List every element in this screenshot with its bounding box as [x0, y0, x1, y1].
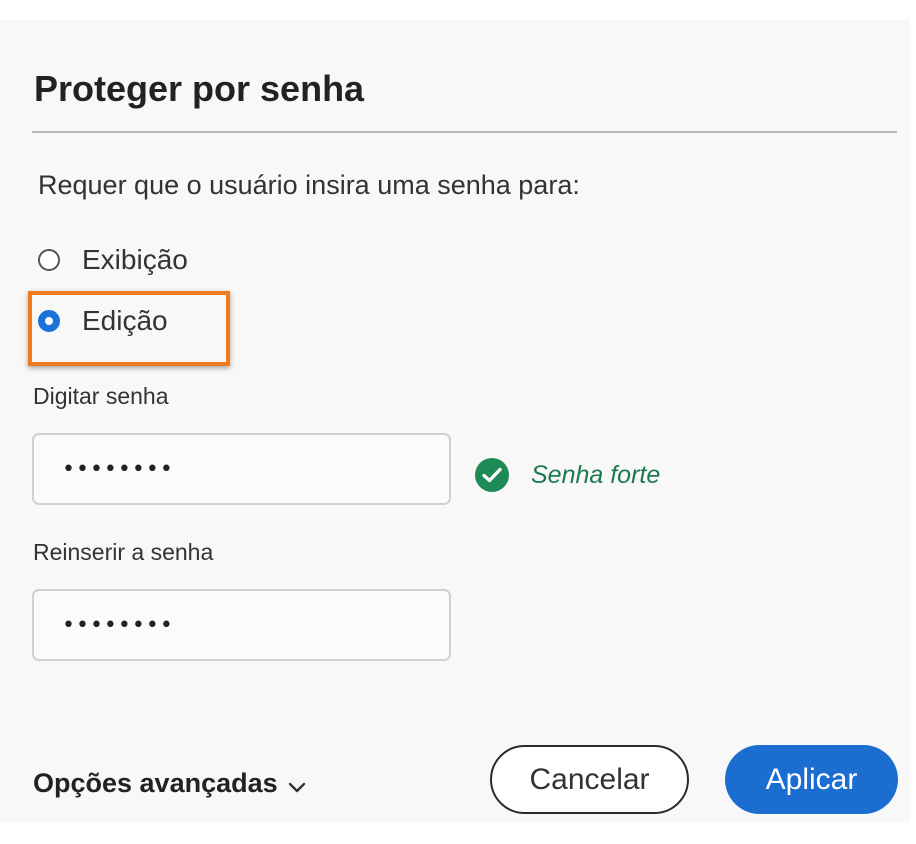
- radio-label-editing: Edição: [82, 305, 168, 336]
- radio-unchecked-icon[interactable]: [38, 249, 60, 271]
- apply-button[interactable]: Aplicar: [725, 745, 898, 814]
- title-divider: [32, 131, 897, 133]
- confirm-password-label: Reinserir a senha: [33, 539, 214, 565]
- strength-label: Senha forte: [531, 460, 661, 489]
- dialog-title: Proteger por senha: [34, 68, 365, 109]
- password-label: Digitar senha: [33, 383, 169, 409]
- prompt-text: Requer que o usuário insira uma senha pa…: [38, 170, 580, 200]
- radio-checked-icon[interactable]: [38, 310, 60, 332]
- radio-option-editing[interactable]: Edição: [38, 305, 168, 337]
- password-input[interactable]: ••••••••: [32, 433, 451, 505]
- radio-option-viewing[interactable]: Exibição: [38, 244, 188, 276]
- check-circle-icon: [475, 458, 509, 492]
- radio-label-viewing: Exibição: [82, 244, 188, 275]
- advanced-options-label: Opções avançadas: [33, 768, 278, 798]
- confirm-password-input[interactable]: ••••••••: [32, 589, 451, 661]
- advanced-options-toggle[interactable]: Opções avançadas: [33, 766, 306, 801]
- password-strength: Senha forte: [475, 458, 660, 492]
- confirm-password-value: ••••••••: [62, 612, 174, 638]
- dialog-panel: [0, 20, 910, 823]
- chevron-down-icon: [288, 770, 306, 801]
- cancel-button[interactable]: Cancelar: [490, 745, 689, 814]
- password-value: ••••••••: [62, 456, 174, 482]
